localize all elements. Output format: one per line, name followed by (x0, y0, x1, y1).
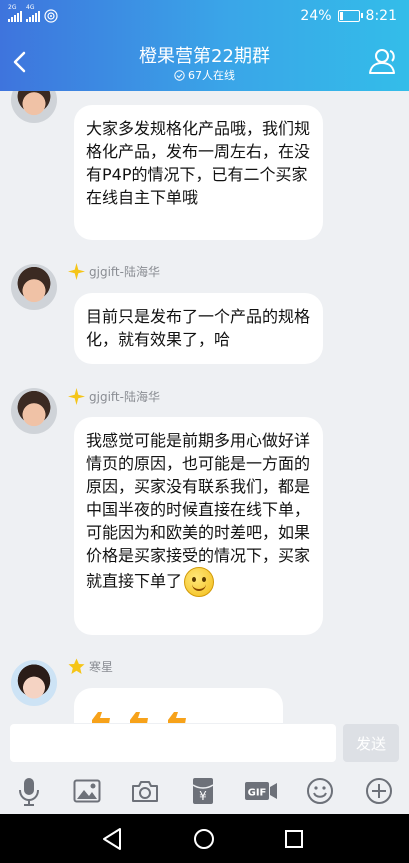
message-bubble[interactable]: 大家多发规格化产品哦，我们规格化产品，发布一周左右，在没有P4P的情况下，已有二… (74, 105, 323, 240)
system-nav-bar (0, 814, 409, 863)
sender-name[interactable]: gjgift-陆海华 (89, 388, 160, 405)
gif-label: GIF (248, 788, 267, 799)
chat-message-list[interactable]: 大家多发规格化产品哦，我们规格化产品，发布一周左右，在没有P4P的情况下，已有二… (0, 91, 409, 723)
battery-percent: 24% (300, 8, 332, 24)
red-packet-button[interactable]: ¥ (186, 774, 220, 808)
image-button[interactable] (70, 774, 104, 808)
gif-icon: GIF (245, 782, 277, 800)
sender-row: gjgift-陆海华 (68, 388, 160, 405)
message-input[interactable] (10, 724, 336, 762)
diamond-star-icon (68, 388, 85, 405)
red-packet-symbol: ¥ (199, 789, 207, 803)
camera-icon (132, 781, 158, 802)
emoji-button[interactable] (303, 774, 337, 808)
thumbs-up-emoji-icon (92, 712, 186, 723)
voice-button[interactable] (12, 774, 46, 808)
group-title: 橙果营第22期群 (139, 46, 270, 67)
red-packet-icon: ¥ (192, 778, 214, 804)
sender-row: 寒星 (68, 658, 113, 675)
input-toolbar: ¥ GIF (0, 768, 409, 814)
signal-indicators: 2G 4G (8, 5, 58, 23)
signal-icon: 4G (26, 5, 40, 22)
check-circle-icon (174, 69, 185, 81)
gif-button[interactable]: GIF (242, 774, 280, 808)
smiley-emoji-icon (184, 567, 215, 597)
avatar[interactable] (11, 91, 57, 123)
avatar[interactable] (11, 264, 57, 310)
clock: 8:21 (365, 8, 397, 24)
battery-icon (337, 10, 363, 22)
status-bar: 2G 4G 24% 8:21 (0, 0, 409, 34)
home-circle-icon[interactable] (189, 824, 219, 854)
message-bubble[interactable]: 目前只是发布了一个产品的规格化，就有效果了，哈 (74, 293, 323, 364)
more-button[interactable] (362, 774, 396, 808)
message-bubble[interactable] (74, 688, 283, 723)
signal-icon: 2G (8, 5, 22, 22)
back-triangle-icon[interactable] (98, 824, 128, 854)
image-icon (73, 779, 101, 803)
group-members-icon[interactable] (367, 46, 399, 76)
sender-name[interactable]: gjgift-陆海华 (89, 263, 160, 280)
recents-square-icon[interactable] (279, 824, 309, 854)
avatar[interactable] (11, 388, 57, 434)
chat-header: 橙果营第22期群 67人在线 (0, 34, 409, 91)
online-status: 67人在线 (0, 67, 409, 83)
diamond-star-icon (68, 263, 85, 280)
online-count: 67人在线 (188, 69, 235, 82)
sender-row: gjgift-陆海华 (68, 263, 160, 280)
message-bubble[interactable]: 我感觉可能是前期多用心做好详情页的原因，也可能是一方面的原因，买家没有联系我们，… (74, 417, 323, 635)
microphone-icon (19, 778, 39, 806)
input-bar: 发送 (0, 723, 409, 768)
smiley-icon (307, 778, 333, 804)
avatar[interactable] (11, 660, 57, 706)
star-icon (68, 658, 85, 674)
camera-button[interactable] (128, 774, 162, 808)
wifi-icon (44, 9, 58, 23)
send-button[interactable]: 发送 (343, 724, 399, 762)
plus-circle-icon (366, 778, 392, 804)
sender-name[interactable]: 寒星 (89, 658, 113, 675)
